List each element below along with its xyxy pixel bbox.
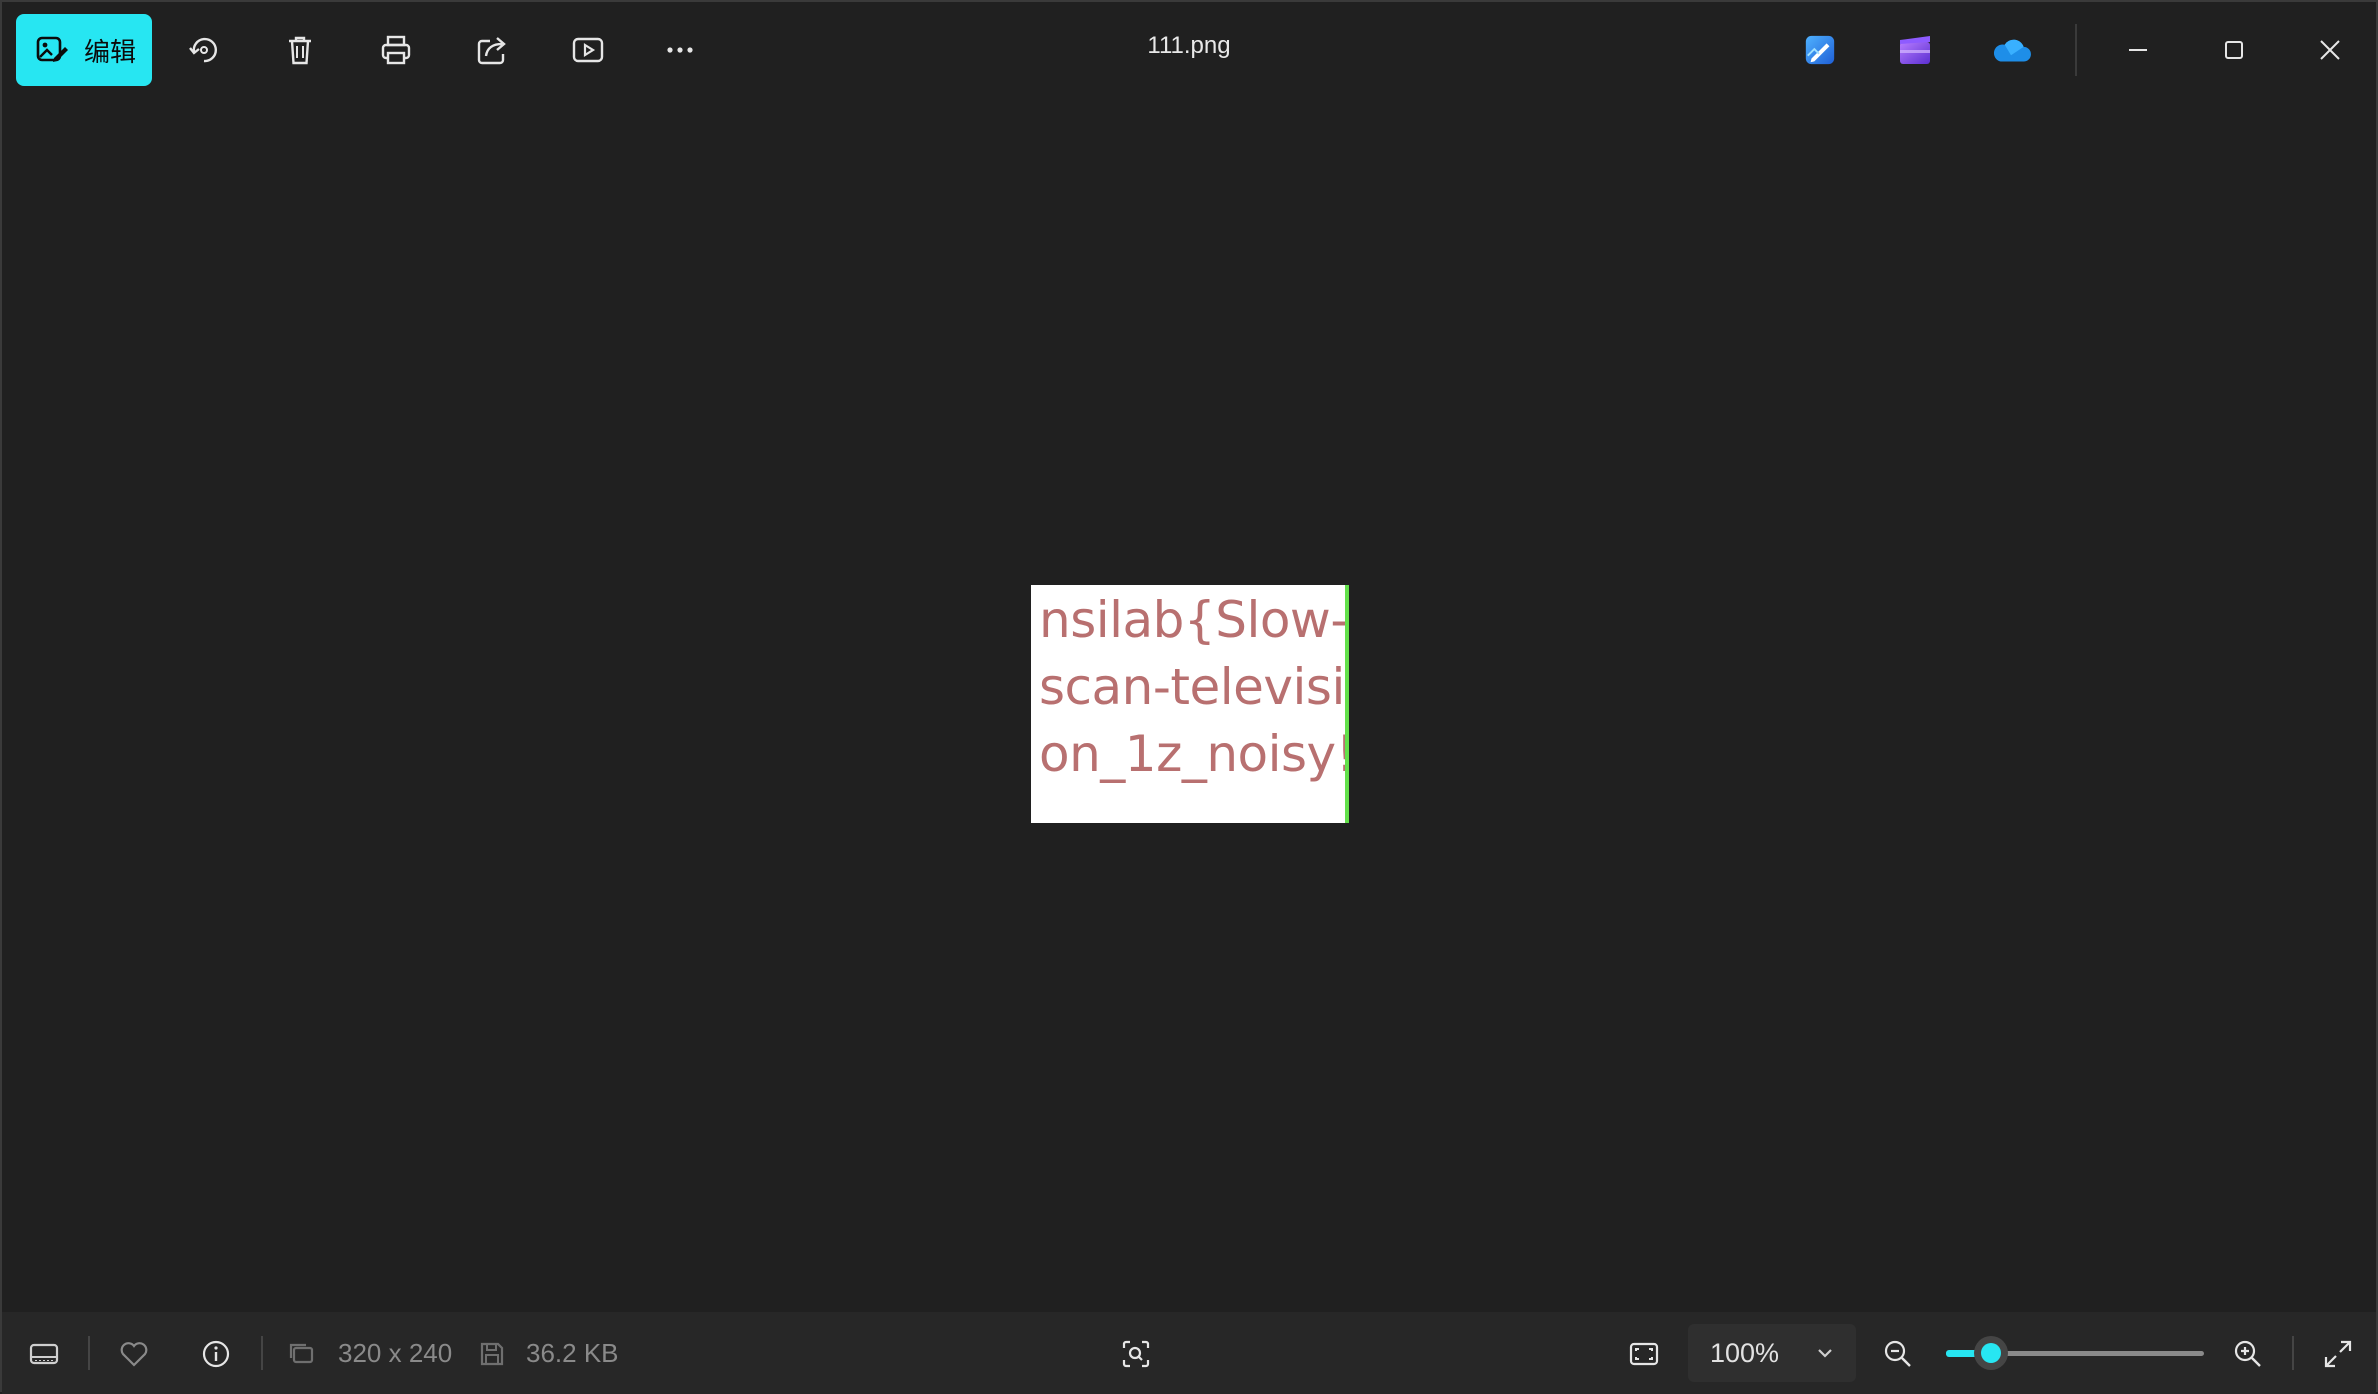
status-divider [2292,1336,2294,1370]
displayed-image: nsilab{Slow- scan-televisi on_1z_noisy!} [1031,585,1349,823]
title-bar: 编辑 111.png [2,2,2376,98]
zoom-out-button[interactable] [1876,1332,1920,1376]
print-icon [381,35,411,65]
fullscreen-icon [2324,1340,2352,1368]
dimensions-icon-wrap [280,1332,324,1376]
maximize-icon [2225,41,2243,59]
print-button[interactable] [368,22,424,78]
fit-to-window-button[interactable] [1622,1332,1666,1376]
onedrive-icon [1993,39,2031,62]
image-canvas[interactable]: nsilab{Slow- scan-televisi on_1z_noisy!} [2,98,2376,1312]
file-info-button[interactable] [194,1332,238,1376]
zoom-out-icon [1884,1340,1911,1367]
save-disk-icon [480,1342,504,1366]
fit-to-window-icon [1629,1342,1659,1366]
clipchamp-icon [1900,36,1930,64]
status-divider [261,1336,263,1370]
more-options-button[interactable] [652,22,708,78]
zoom-in-icon [2234,1340,2261,1367]
minimize-icon [2129,49,2147,51]
clipchamp-app-button[interactable] [1893,28,1937,72]
favorite-button[interactable] [112,1332,156,1376]
rotate-button[interactable] [176,22,232,78]
close-icon [2320,40,2340,60]
visual-search-button[interactable] [1114,1332,1158,1376]
more-icon [667,47,693,53]
share-button[interactable] [464,22,520,78]
zoom-in-button[interactable] [2226,1332,2270,1376]
filesize-icon-wrap [470,1332,514,1376]
image-dimensions: 320 x 240 [338,1338,453,1368]
status-bar: 320 x 240 36.2 KB 100% [2,1312,2376,1394]
toolbar-divider [2075,24,2077,76]
edit-button-label: 编辑 [84,36,137,67]
photos-editor-app-button[interactable] [1798,28,1842,72]
maximize-button[interactable] [2186,2,2282,98]
close-button[interactable] [2282,2,2378,98]
zoom-slider-thumb[interactable] [1974,1336,2009,1370]
heart-icon [120,1342,148,1367]
info-icon [202,1340,230,1368]
zoom-level-dropdown[interactable]: 100% [1688,1324,1856,1382]
share-icon [477,37,506,65]
filmstrip-button[interactable] [22,1332,66,1376]
delete-icon [289,36,311,65]
status-divider [88,1336,90,1370]
zoom-level-value: 100% [1710,1337,1780,1368]
filmstrip-icon [29,1343,59,1365]
onedrive-app-button[interactable] [1989,28,2033,72]
slideshow-button[interactable] [560,22,616,78]
edit-button[interactable]: 编辑 [16,14,152,86]
edit-image-icon [36,36,68,62]
photos-editor-icon [1805,35,1835,65]
fullscreen-button[interactable] [2316,1332,2360,1376]
rotate-icon [189,37,217,63]
slideshow-icon [572,37,604,63]
dimensions-icon [289,1343,314,1364]
file-size: 36.2 KB [526,1338,619,1368]
delete-button[interactable] [272,22,328,78]
zoom-slider-thumb-dot [1981,1343,2002,1363]
visual-search-icon [1122,1340,1150,1368]
photo-viewer-window: 编辑 111.png nsilab{Slow- scan-televisi on… [0,0,2378,1394]
chevron-down-icon [1818,1349,1832,1358]
minimize-button[interactable] [2090,2,2186,98]
image-text: nsilab{Slow- scan-televisi on_1z_noisy!} [1039,591,1348,783]
